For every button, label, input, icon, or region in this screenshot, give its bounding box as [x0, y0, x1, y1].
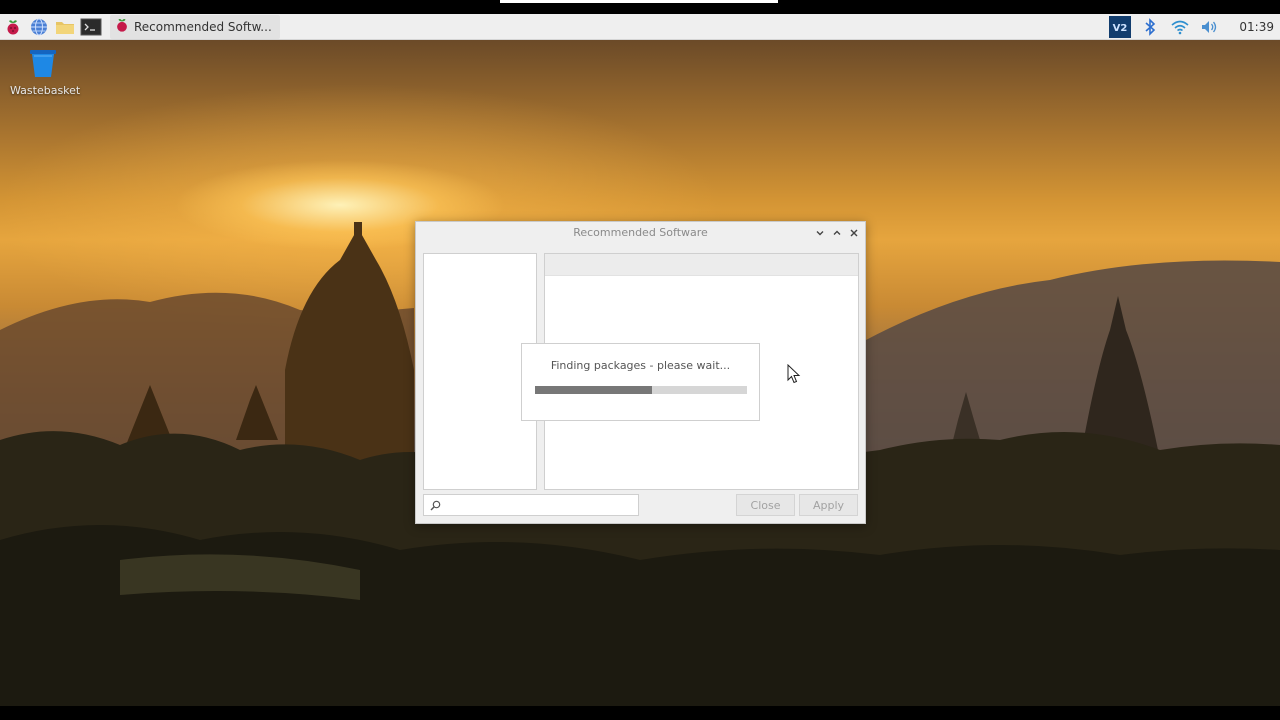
mouse-pointer-icon [787, 364, 801, 384]
package-list-header [545, 254, 858, 276]
taskbar-task-recommended-software[interactable]: Recommended Softw... [110, 14, 280, 39]
search-icon [430, 500, 441, 510]
bottom-letterbox [0, 706, 1280, 720]
window-title: Recommended Software [573, 226, 708, 239]
window-titlebar[interactable]: Recommended Software [416, 222, 865, 244]
raspberry-app-icon [114, 16, 130, 37]
terminal-icon[interactable] [78, 14, 104, 40]
close-window-button[interactable] [847, 226, 861, 240]
web-browser-icon[interactable] [26, 14, 52, 40]
progress-message: Finding packages - please wait... [550, 359, 731, 372]
vnc-badge-text: V2 [1113, 23, 1128, 34]
taskbar: Recommended Softw... V2 01:39 [0, 14, 1280, 40]
wastebasket-icon [30, 50, 56, 77]
raspberry-menu-icon[interactable] [0, 14, 26, 40]
system-tray: V2 01:39 [1107, 14, 1280, 40]
volume-icon[interactable] [1197, 14, 1223, 40]
chevron-down-icon [816, 231, 824, 236]
top-strip [500, 0, 778, 3]
wifi-icon[interactable] [1167, 14, 1193, 40]
file-manager-icon[interactable] [52, 14, 78, 40]
minimize-button[interactable] [813, 226, 827, 240]
progress-bar-fill [535, 386, 652, 394]
wastebasket-label: Wastebasket [10, 84, 81, 97]
category-list[interactable] [423, 253, 537, 490]
search-input[interactable] [445, 498, 638, 512]
progress-bar [535, 386, 747, 394]
progress-dialog: Finding packages - please wait... [521, 343, 760, 421]
close-icon [850, 229, 858, 237]
vnc-icon[interactable]: V2 [1107, 14, 1133, 40]
taskbar-task-label: Recommended Softw... [134, 19, 272, 34]
close-button[interactable]: Close [736, 494, 795, 516]
apply-button[interactable]: Apply [799, 494, 858, 516]
search-field[interactable] [423, 494, 639, 516]
desktop-icon-wastebasket[interactable]: Wastebasket [10, 48, 81, 97]
maximize-button[interactable] [830, 226, 844, 240]
window-controls [813, 226, 861, 240]
clock[interactable]: 01:39 [1239, 20, 1274, 34]
bluetooth-icon[interactable] [1137, 14, 1163, 40]
chevron-up-icon [833, 230, 841, 235]
